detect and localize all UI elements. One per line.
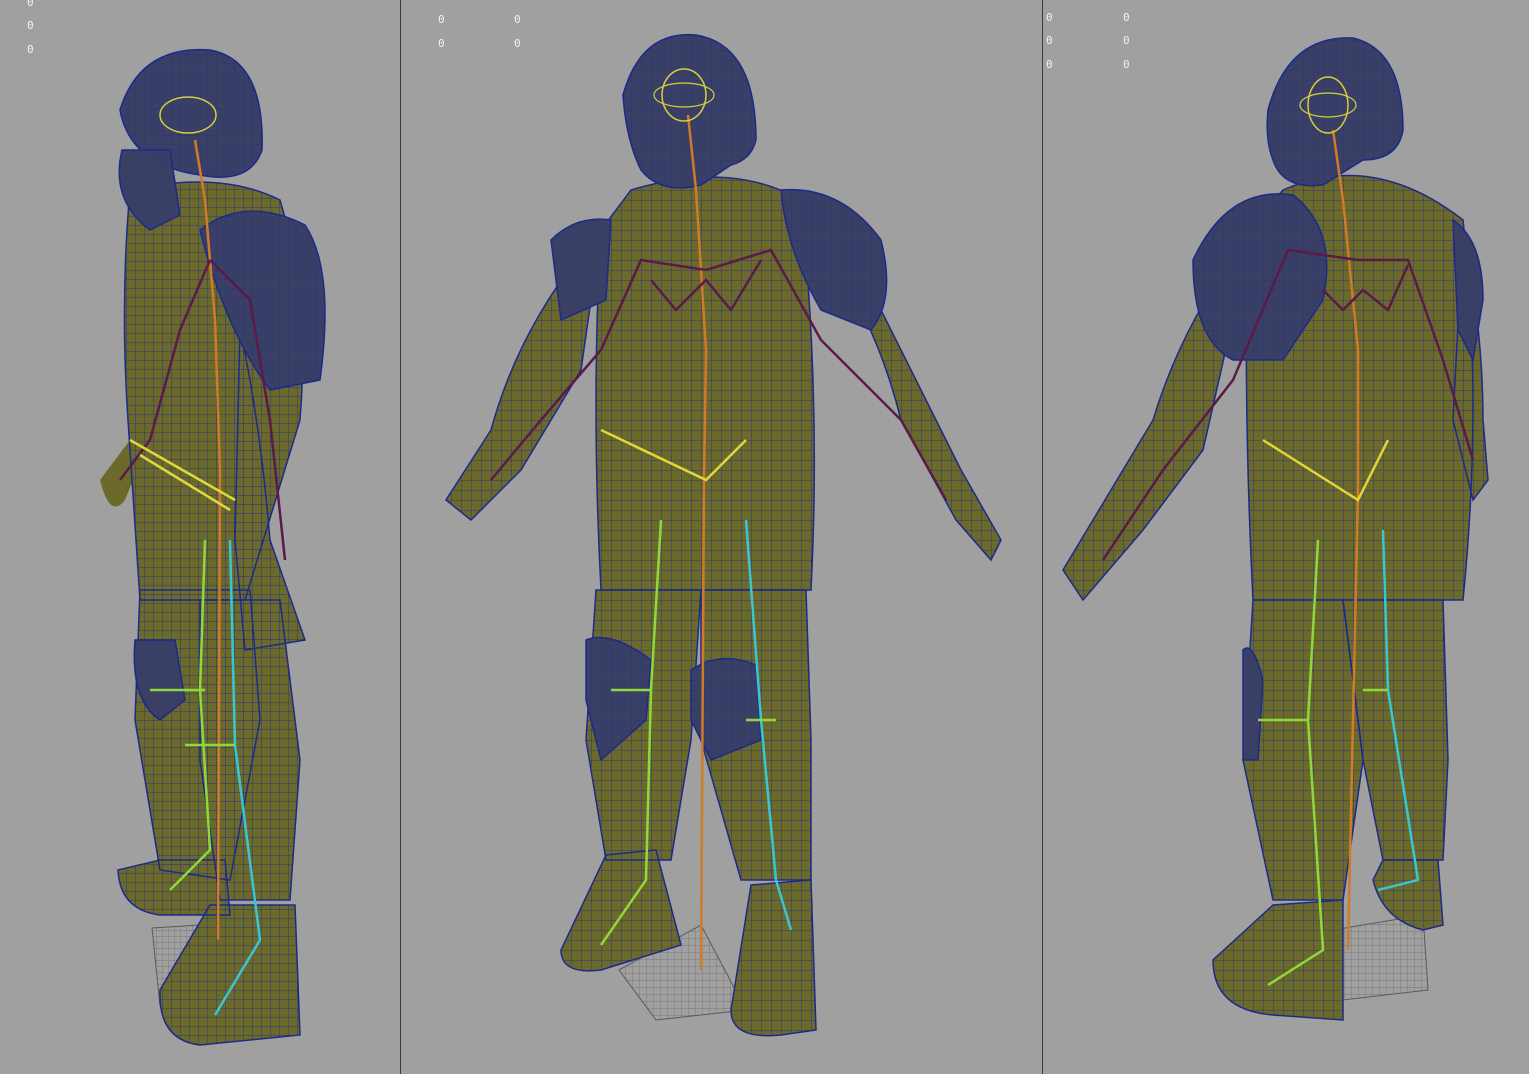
character-model-front[interactable] <box>401 0 1042 1074</box>
viewport-left[interactable]: 0 0 0 <box>0 0 400 1074</box>
character-model-side[interactable] <box>0 0 400 1074</box>
body-wireframe <box>445 176 1002 1037</box>
viewport-right[interactable]: 0 0 0 0 0 0 <box>1043 0 1529 1074</box>
character-model-back[interactable] <box>1043 0 1529 1074</box>
viewport-center[interactable]: 0 0 0 0 <box>401 0 1042 1074</box>
viewport-layout: 0 0 0 0 0 0 0 0 0 0 0 0 0 <box>0 0 1529 1074</box>
